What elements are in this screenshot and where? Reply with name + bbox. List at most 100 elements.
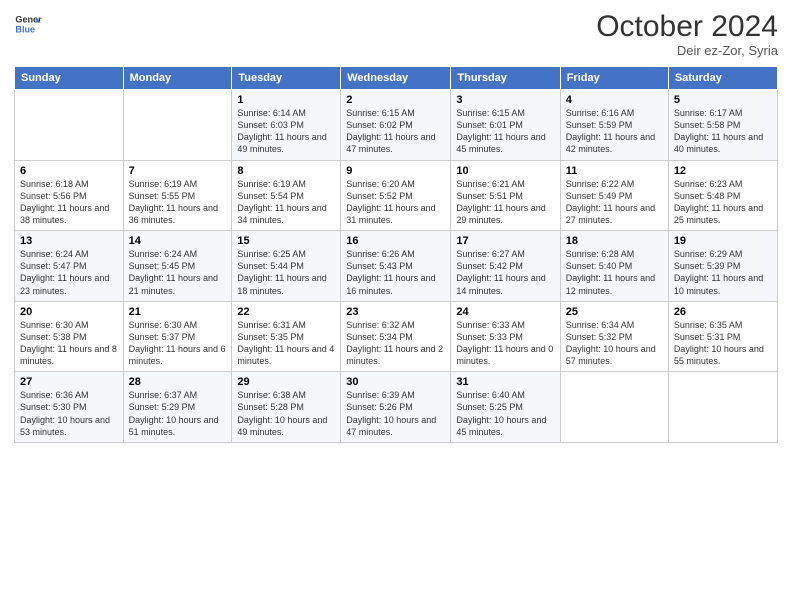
day-number: 23 — [346, 306, 445, 318]
day-detail: Sunrise: 6:24 AM Sunset: 5:45 PM Dayligh… — [129, 249, 218, 295]
day-detail: Sunrise: 6:26 AM Sunset: 5:43 PM Dayligh… — [346, 249, 435, 295]
calendar-cell: 21 Sunrise: 6:30 AM Sunset: 5:37 PM Dayli… — [123, 301, 232, 372]
calendar-cell: 5 Sunrise: 6:17 AM Sunset: 5:58 PM Daylig… — [668, 90, 777, 161]
day-number: 13 — [20, 235, 118, 247]
day-header-friday: Friday — [560, 67, 668, 90]
calendar-cell: 31 Sunrise: 6:40 AM Sunset: 5:25 PM Dayli… — [451, 372, 560, 443]
day-number: 15 — [237, 235, 335, 247]
day-header-tuesday: Tuesday — [232, 67, 341, 90]
day-number: 6 — [20, 165, 118, 177]
day-detail: Sunrise: 6:38 AM Sunset: 5:28 PM Dayligh… — [237, 390, 327, 436]
day-detail: Sunrise: 6:35 AM Sunset: 5:31 PM Dayligh… — [674, 320, 764, 366]
calendar-cell: 22Sunrise: 6:31 AM Sunset: 5:35 PM Dayli… — [232, 301, 341, 372]
calendar-cell: 8 Sunrise: 6:19 AM Sunset: 5:54 PM Daylig… — [232, 160, 341, 231]
day-header-monday: Monday — [123, 67, 232, 90]
week-row-1: 1 Sunrise: 6:14 AM Sunset: 6:03 PM Daylig… — [15, 90, 778, 161]
day-number: 18 — [566, 235, 663, 247]
day-detail: Sunrise: 6:14 AM Sunset: 6:03 PM Dayligh… — [237, 108, 326, 154]
day-number: 1 — [237, 94, 335, 106]
day-number: 17 — [456, 235, 554, 247]
logo: General Blue — [14, 10, 42, 38]
calendar-cell: 15 Sunrise: 6:25 AM Sunset: 5:44 PM Dayli… — [232, 231, 341, 302]
day-detail: Sunrise: 6:20 AM Sunset: 5:52 PM Dayligh… — [346, 179, 435, 225]
week-row-3: 13 Sunrise: 6:24 AM Sunset: 5:47 PM Dayli… — [15, 231, 778, 302]
logo-icon: General Blue — [14, 10, 42, 38]
day-detail: Sunrise: 6:40 AM Sunset: 5:25 PM Dayligh… — [456, 390, 546, 436]
day-detail: Sunrise: 6:21 AM Sunset: 5:51 PM Dayligh… — [456, 179, 545, 225]
day-detail: Sunrise: 6:25 AM Sunset: 5:44 PM Dayligh… — [237, 249, 326, 295]
day-header-thursday: Thursday — [451, 67, 560, 90]
calendar-cell: 1 Sunrise: 6:14 AM Sunset: 6:03 PM Daylig… — [232, 90, 341, 161]
calendar-cell: 23 Sunrise: 6:32 AM Sunset: 5:34 PM Dayli… — [341, 301, 451, 372]
calendar-cell: 17 Sunrise: 6:27 AM Sunset: 5:42 PM Dayli… — [451, 231, 560, 302]
calendar-cell: 7Sunrise: 6:19 AM Sunset: 5:55 PM Daylig… — [123, 160, 232, 231]
calendar-table: SundayMondayTuesdayWednesdayThursdayFrid… — [14, 66, 778, 443]
calendar-header-row: SundayMondayTuesdayWednesdayThursdayFrid… — [15, 67, 778, 90]
calendar-cell — [15, 90, 124, 161]
day-number: 10 — [456, 165, 554, 177]
svg-text:Blue: Blue — [15, 24, 35, 34]
calendar-cell — [560, 372, 668, 443]
day-number: 4 — [566, 94, 663, 106]
day-detail: Sunrise: 6:32 AM Sunset: 5:34 PM Dayligh… — [346, 320, 443, 366]
day-number: 31 — [456, 376, 554, 388]
day-number: 14 — [129, 235, 227, 247]
day-detail: Sunrise: 6:23 AM Sunset: 5:48 PM Dayligh… — [674, 179, 763, 225]
calendar-cell: 3 Sunrise: 6:15 AM Sunset: 6:01 PM Daylig… — [451, 90, 560, 161]
day-detail: Sunrise: 6:28 AM Sunset: 5:40 PM Dayligh… — [566, 249, 655, 295]
day-number: 3 — [456, 94, 554, 106]
day-detail: Sunrise: 6:19 AM Sunset: 5:55 PM Dayligh… — [129, 179, 218, 225]
calendar-cell: 27 Sunrise: 6:36 AM Sunset: 5:30 PM Dayli… — [15, 372, 124, 443]
day-detail: Sunrise: 6:19 AM Sunset: 5:54 PM Dayligh… — [237, 179, 326, 225]
calendar-cell: 2 Sunrise: 6:15 AM Sunset: 6:02 PM Daylig… — [341, 90, 451, 161]
day-number: 8 — [237, 165, 335, 177]
calendar-cell: 28 Sunrise: 6:37 AM Sunset: 5:29 PM Dayli… — [123, 372, 232, 443]
day-number: 12 — [674, 165, 772, 177]
day-number: 19 — [674, 235, 772, 247]
day-detail: Sunrise: 6:29 AM Sunset: 5:39 PM Dayligh… — [674, 249, 763, 295]
day-number: 25 — [566, 306, 663, 318]
calendar-cell: 6Sunrise: 6:18 AM Sunset: 5:56 PM Daylig… — [15, 160, 124, 231]
day-header-saturday: Saturday — [668, 67, 777, 90]
calendar-cell: 9 Sunrise: 6:20 AM Sunset: 5:52 PM Daylig… — [341, 160, 451, 231]
calendar-cell: 12 Sunrise: 6:23 AM Sunset: 5:48 PM Dayli… — [668, 160, 777, 231]
day-number: 21 — [129, 306, 227, 318]
title-block: October 2024 Deir ez-Zor, Syria — [596, 10, 778, 58]
calendar-cell: 26 Sunrise: 6:35 AM Sunset: 5:31 PM Dayli… — [668, 301, 777, 372]
day-detail: Sunrise: 6:30 AM Sunset: 5:37 PM Dayligh… — [129, 320, 226, 366]
day-header-wednesday: Wednesday — [341, 67, 451, 90]
day-detail: Sunrise: 6:31 AM Sunset: 5:35 PM Dayligh… — [237, 320, 334, 366]
calendar-cell: 13 Sunrise: 6:24 AM Sunset: 5:47 PM Dayli… — [15, 231, 124, 302]
page-container: General Blue October 2024 Deir ez-Zor, S… — [0, 0, 792, 451]
day-detail: Sunrise: 6:34 AM Sunset: 5:32 PM Dayligh… — [566, 320, 656, 366]
day-number: 29 — [237, 376, 335, 388]
day-number: 2 — [346, 94, 445, 106]
calendar-cell: 25 Sunrise: 6:34 AM Sunset: 5:32 PM Dayli… — [560, 301, 668, 372]
day-number: 5 — [674, 94, 772, 106]
day-detail: Sunrise: 6:17 AM Sunset: 5:58 PM Dayligh… — [674, 108, 763, 154]
calendar-cell: 14 Sunrise: 6:24 AM Sunset: 5:45 PM Dayli… — [123, 231, 232, 302]
day-number: 28 — [129, 376, 227, 388]
day-number: 9 — [346, 165, 445, 177]
day-number: 20 — [20, 306, 118, 318]
day-number: 30 — [346, 376, 445, 388]
week-row-4: 20Sunrise: 6:30 AM Sunset: 5:38 PM Dayli… — [15, 301, 778, 372]
day-number: 16 — [346, 235, 445, 247]
day-number: 24 — [456, 306, 554, 318]
day-detail: Sunrise: 6:37 AM Sunset: 5:29 PM Dayligh… — [129, 390, 219, 436]
day-detail: Sunrise: 6:24 AM Sunset: 5:47 PM Dayligh… — [20, 249, 109, 295]
day-detail: Sunrise: 6:15 AM Sunset: 6:01 PM Dayligh… — [456, 108, 545, 154]
calendar-cell — [668, 372, 777, 443]
day-detail: Sunrise: 6:36 AM Sunset: 5:30 PM Dayligh… — [20, 390, 110, 436]
day-number: 26 — [674, 306, 772, 318]
calendar-cell: 16 Sunrise: 6:26 AM Sunset: 5:43 PM Dayli… — [341, 231, 451, 302]
day-number: 27 — [20, 376, 118, 388]
week-row-5: 27 Sunrise: 6:36 AM Sunset: 5:30 PM Dayli… — [15, 372, 778, 443]
day-detail: Sunrise: 6:27 AM Sunset: 5:42 PM Dayligh… — [456, 249, 545, 295]
day-detail: Sunrise: 6:15 AM Sunset: 6:02 PM Dayligh… — [346, 108, 435, 154]
calendar-cell: 18 Sunrise: 6:28 AM Sunset: 5:40 PM Dayli… — [560, 231, 668, 302]
day-number: 11 — [566, 165, 663, 177]
calendar-cell: 20Sunrise: 6:30 AM Sunset: 5:38 PM Dayli… — [15, 301, 124, 372]
calendar-cell: 29 Sunrise: 6:38 AM Sunset: 5:28 PM Dayli… — [232, 372, 341, 443]
month-title: October 2024 — [596, 10, 778, 43]
